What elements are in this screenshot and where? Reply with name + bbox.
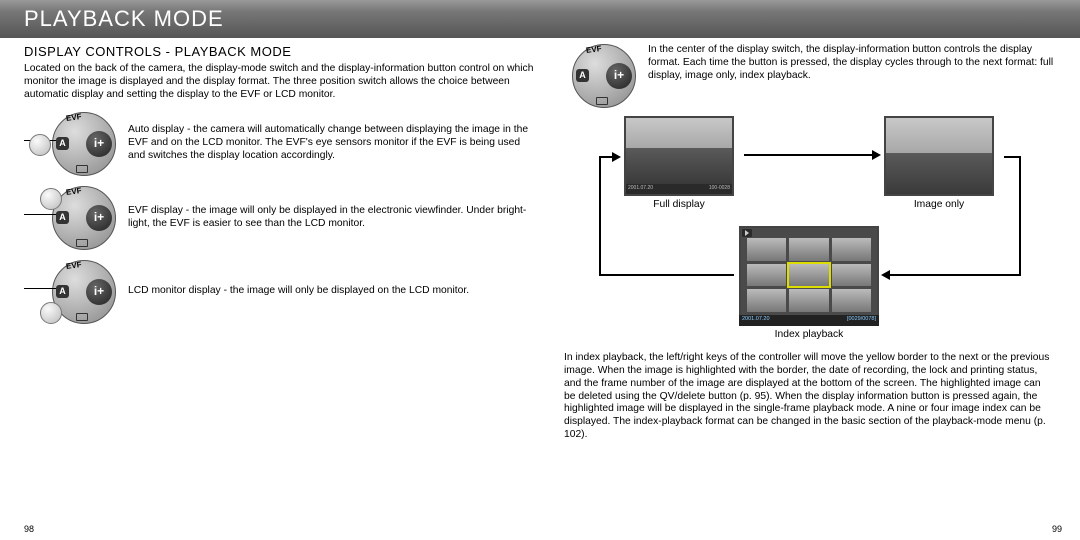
mode-row-text: Auto display - the camera will automatic… [128, 124, 534, 163]
mode-row-text: LCD monitor display - the image will onl… [128, 285, 534, 298]
arrowhead-icon [881, 270, 890, 280]
image-only-caption: Image only [879, 199, 999, 210]
page-number-right: 99 [1052, 524, 1062, 534]
chapter-banner: PLAYBACK MODE [0, 0, 1080, 38]
cycle-arrow [744, 154, 874, 156]
mode-row-lcd: EVF A i+ LCD monitor display - the image… [24, 260, 534, 324]
right-page: EVF A i+ In the center of the display sw… [564, 44, 1054, 452]
switch-knob-icon [29, 134, 51, 156]
cycle-arrow [1004, 156, 1019, 158]
section-heading: DISPLAY CONTROLS - PLAYBACK MODE [24, 44, 534, 59]
cycle-arrow [599, 274, 734, 276]
arrowhead-icon [872, 150, 881, 160]
mode-row-auto: EVF A i+ Auto display - the camera will … [24, 112, 534, 176]
switch-knob-icon [40, 302, 62, 324]
info-button-icon: i+ [86, 131, 112, 157]
display-switch-icon: EVF A i+ [24, 260, 118, 324]
mode-row-evf: EVF A i+ EVF display - the image will on… [24, 186, 534, 250]
info-button-description: In the center of the display switch, the… [648, 44, 1054, 83]
full-display-thumb: 2001.07.20 100-0028 [624, 116, 734, 196]
info-button-icon: i+ [86, 279, 112, 305]
info-button-icon: i+ [86, 205, 112, 231]
cycle-arrow [599, 156, 601, 276]
info-button-icon: i+ [606, 63, 632, 89]
left-page: DISPLAY CONTROLS - PLAYBACK MODE Located… [24, 44, 534, 452]
page-number-left: 98 [24, 524, 34, 534]
switch-knob-icon [40, 188, 62, 210]
cycle-arrow [1019, 156, 1021, 276]
cycle-arrow [889, 274, 1021, 276]
display-cycle-diagram: 2001.07.20 100-0028 Full display Image o… [564, 116, 1054, 346]
full-display-caption: Full display [619, 199, 739, 210]
arrowhead-icon [612, 152, 621, 162]
display-switch-icon: EVF A i+ [24, 112, 118, 176]
image-only-thumb [884, 116, 994, 196]
display-switch-icon: EVF A i+ [564, 44, 638, 108]
index-playback-paragraph: In index playback, the left/right keys o… [564, 352, 1054, 442]
intro-paragraph: Located on the back of the camera, the d… [24, 63, 534, 102]
playback-icon [742, 229, 752, 237]
index-playback-caption: Index playback [749, 329, 869, 340]
display-switch-icon: EVF A i+ [24, 186, 118, 250]
index-playback-thumb: 2001.07.20 [0029/0078] [739, 226, 879, 326]
mode-row-text: EVF display - the image will only be dis… [128, 205, 534, 231]
page-spread: DISPLAY CONTROLS - PLAYBACK MODE Located… [0, 38, 1080, 452]
